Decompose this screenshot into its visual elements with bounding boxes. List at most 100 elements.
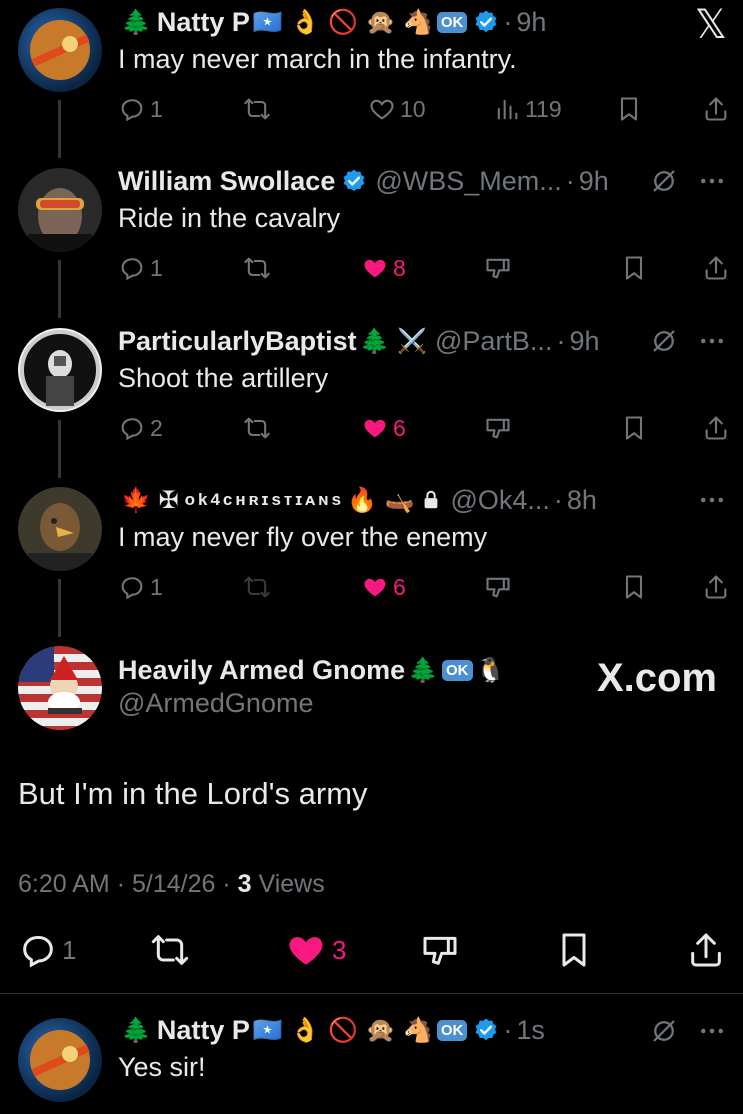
share-icon: [702, 573, 730, 601]
bookmark-icon: [620, 573, 648, 601]
more-options-icon[interactable]: [697, 326, 727, 356]
user-emoji: 🌲: [408, 656, 438, 684]
retweet-button[interactable]: [150, 928, 190, 972]
reply-tweet[interactable]: 🌲 Natty P 🇸🇴 👌 🚫 🙊 🐴 OK · 9h 𝕏 I may nev…: [0, 0, 743, 158]
bookmark-button[interactable]: [615, 93, 643, 125]
bookmark-icon: [615, 95, 643, 123]
timestamp[interactable]: 9h: [569, 326, 599, 357]
action-bar: 1 8: [118, 252, 723, 284]
divider: [0, 993, 743, 994]
like-button[interactable]: 10: [368, 93, 426, 125]
main-action-bar: 1 3: [0, 928, 743, 972]
action-bar: 1 6: [118, 571, 723, 603]
tweet-text: Shoot the artillery: [118, 363, 329, 393]
views-icon: [493, 95, 521, 123]
action-bar: 2 6: [118, 412, 723, 444]
share-icon: [702, 95, 730, 123]
views-label: Views: [258, 870, 325, 898]
reply-tweet[interactable]: William Swollace @WBS_Mem... · 9h Ride i…: [0, 160, 743, 318]
like-button[interactable]: 6: [361, 412, 406, 444]
watermark: X.com: [596, 656, 717, 700]
grok-icon[interactable]: [649, 166, 679, 196]
user-handle[interactable]: @PartB...: [435, 326, 552, 357]
reply-button[interactable]: 2: [118, 412, 163, 444]
grok-icon[interactable]: [649, 326, 679, 356]
reply-tweet[interactable]: 🍁 ✠ ok4ᴄʜʀɪsᴛɪᴀɴs 🔥 🛶 @Ok4... · 8h I may…: [0, 479, 743, 637]
like-button[interactable]: 8: [361, 252, 406, 284]
share-button[interactable]: [702, 252, 730, 284]
post-date[interactable]: 5/14/26: [132, 870, 215, 898]
avatar[interactable]: [18, 328, 102, 412]
heart-filled-icon: [361, 414, 389, 442]
like-button[interactable]: 6: [361, 571, 406, 603]
user-handle[interactable]: @ArmedGnome: [118, 688, 313, 719]
user-handle[interactable]: @Ok4...: [450, 485, 549, 516]
bookmark-icon: [620, 254, 648, 282]
avatar[interactable]: [18, 8, 102, 92]
reply-button[interactable]: 1: [118, 93, 163, 125]
timestamp[interactable]: 9h: [579, 166, 609, 197]
heart-filled-icon: [361, 573, 389, 601]
avatar[interactable]: [18, 487, 102, 571]
reply-button[interactable]: 1: [118, 252, 163, 284]
reply-tweet[interactable]: ParticularlyBaptist 🌲 ⚔️ @PartB... · 9h …: [0, 320, 743, 478]
reply-button[interactable]: 1: [118, 571, 163, 603]
avatar[interactable]: [18, 646, 102, 730]
like-count: 3: [332, 934, 347, 965]
tweet-text: Yes sir!: [118, 1052, 206, 1082]
more-options-icon[interactable]: [697, 1016, 727, 1046]
bookmark-button[interactable]: [620, 571, 648, 603]
thumbs-down-icon: [484, 254, 512, 282]
thread-line: [58, 100, 61, 158]
dislike-button[interactable]: [420, 928, 460, 972]
avatar[interactable]: [18, 168, 102, 252]
display-name[interactable]: Natty P: [157, 1015, 250, 1046]
display-name[interactable]: Heavily Armed Gnome: [118, 655, 405, 686]
bookmark-icon: [554, 930, 594, 970]
retweet-button[interactable]: [243, 252, 271, 284]
share-button[interactable]: [686, 928, 726, 972]
retweet-button[interactable]: [243, 93, 271, 125]
timestamp[interactable]: 1s: [516, 1015, 545, 1046]
views-button[interactable]: 119: [493, 93, 562, 125]
retweet-button[interactable]: [243, 412, 271, 444]
reply-tweet[interactable]: 🌲 Natty P 🇸🇴 👌 🚫 🙊 🐴 OK · 1s Yes sir!: [0, 1010, 743, 1114]
reply-button[interactable]: 1: [18, 928, 76, 972]
dislike-button[interactable]: [484, 412, 512, 444]
timestamp[interactable]: 8h: [567, 485, 597, 516]
bookmark-icon: [620, 414, 648, 442]
grok-icon[interactable]: [649, 1016, 679, 1046]
reply-icon: [118, 95, 146, 123]
ok-emoji: OK: [442, 659, 473, 681]
bookmark-button[interactable]: [620, 252, 648, 284]
user-emoji: 🇸🇴 👌 🚫 🙊 🐴: [252, 1016, 433, 1044]
bookmark-button[interactable]: [620, 412, 648, 444]
display-name[interactable]: Natty P: [157, 7, 250, 38]
verified-badge-icon: [341, 168, 367, 194]
display-name[interactable]: ok4ᴄʜʀɪsᴛɪᴀɴs: [185, 490, 344, 510]
avatar[interactable]: [18, 1018, 102, 1102]
bookmark-button[interactable]: [554, 928, 594, 972]
tweet-text: Ride in the cavalry: [118, 203, 341, 233]
share-button[interactable]: [702, 93, 730, 125]
timestamp[interactable]: 9h: [516, 7, 546, 38]
more-options-icon[interactable]: [697, 166, 727, 196]
user-emoji: 🍁 ✠: [121, 486, 179, 514]
more-options-icon[interactable]: [697, 485, 727, 515]
dislike-button[interactable]: [484, 571, 512, 603]
display-name[interactable]: William Swollace: [118, 166, 335, 197]
share-button[interactable]: [702, 412, 730, 444]
like-button[interactable]: 3: [284, 928, 346, 972]
user-handle[interactable]: @WBS_Mem...: [375, 166, 561, 197]
tweet-text: I may never march in the infantry.: [118, 44, 517, 74]
retweet-icon: [150, 930, 190, 970]
display-name[interactable]: ParticularlyBaptist: [118, 326, 357, 357]
post-time[interactable]: 6:20 AM: [18, 870, 110, 898]
like-count: 6: [393, 573, 406, 600]
share-button[interactable]: [702, 571, 730, 603]
reply-count: 1: [150, 95, 163, 122]
dislike-button[interactable]: [484, 252, 512, 284]
retweet-button[interactable]: [243, 571, 271, 603]
user-emoji: 🔥 🛶: [347, 486, 415, 514]
like-count: 8: [393, 254, 406, 281]
